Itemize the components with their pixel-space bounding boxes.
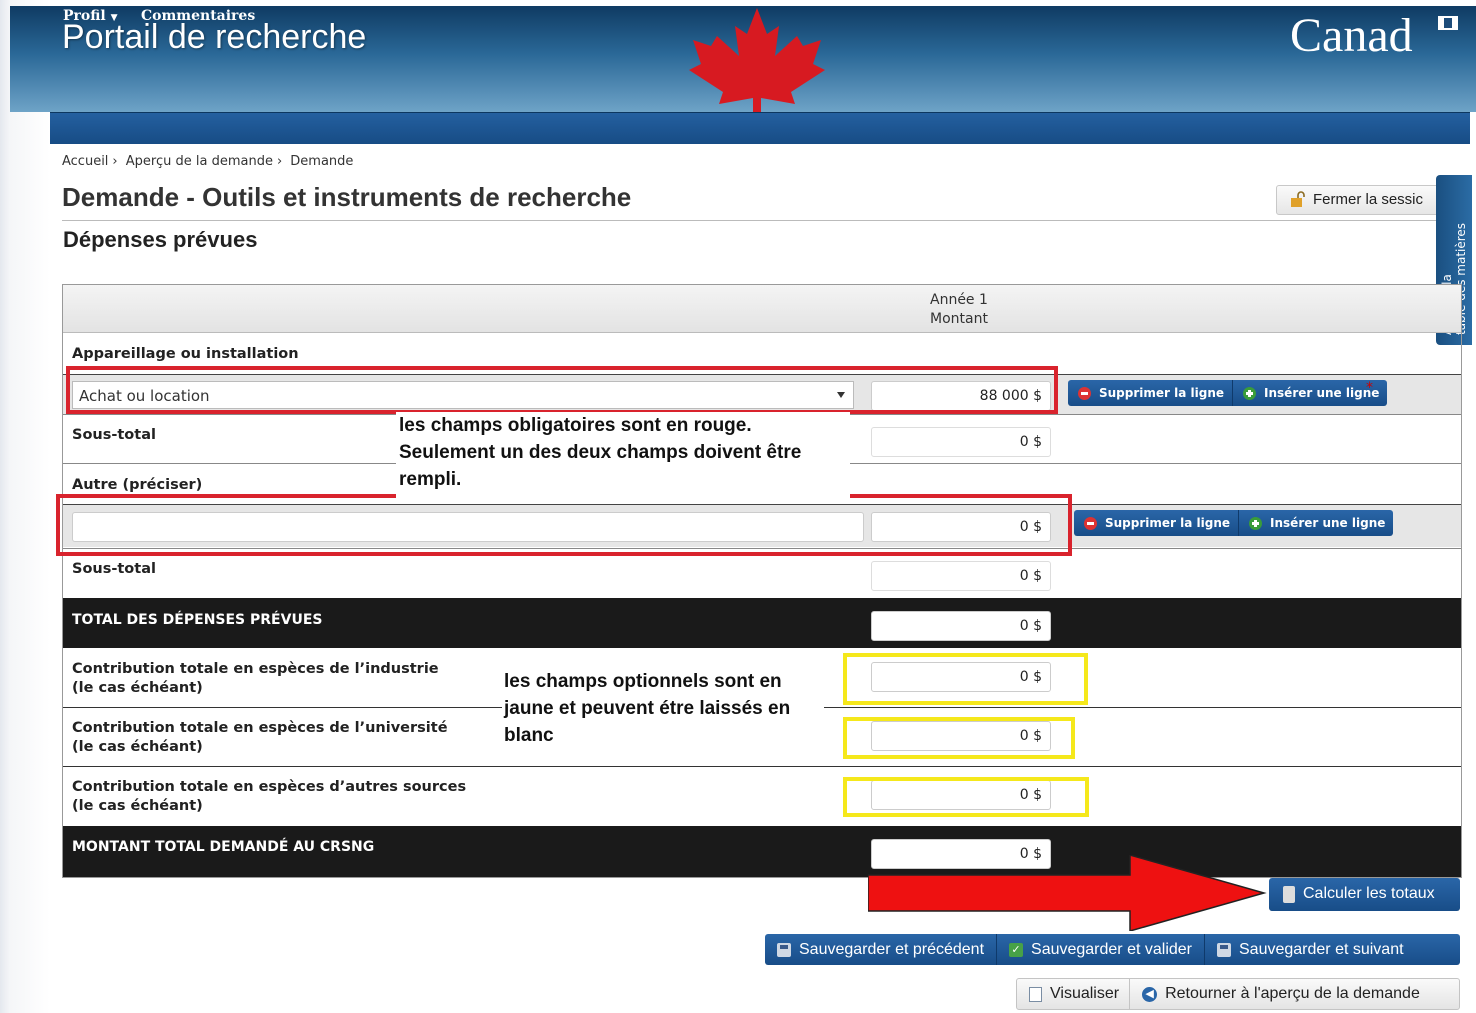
optional-highlight-box	[843, 777, 1089, 817]
contrib-university-label: Contribution totale en espèces de l’univ…	[72, 719, 448, 757]
breadcrumb-separator-icon: ›	[112, 154, 118, 169]
minus-circle-icon	[1084, 516, 1097, 530]
caret-down-icon: ▼	[110, 13, 118, 23]
breadcrumb-separator-icon: ›	[276, 154, 283, 169]
save-next-label: Sauvegarder et suivant	[1239, 940, 1404, 958]
required-highlight-box	[66, 366, 1058, 414]
equipment-subtotal-field: 0 $	[871, 427, 1051, 457]
calculator-icon	[1283, 886, 1295, 903]
column-header-amount-label: Montant	[930, 311, 988, 327]
contrib-university-line2: (le cas échéant)	[72, 739, 203, 755]
canada-wordmark: Canad	[1290, 9, 1413, 62]
save-validate-button[interactable]: ✓ Sauvegarder et valider	[996, 934, 1204, 965]
equipment-row-actions: Supprimer la ligne Insérer une ligne	[1068, 380, 1388, 406]
column-header-year: Année 1 Montant	[930, 291, 988, 329]
required-note-line: Seulement un des deux champs doivent êtr…	[399, 442, 802, 463]
optional-note-line: les champs optionnels sont en	[504, 671, 782, 692]
delete-row-button[interactable]: Supprimer la ligne	[1074, 510, 1238, 536]
total-planned-field: 0 $	[871, 611, 1051, 641]
plus-circle-icon	[1243, 386, 1257, 400]
back-to-overview-button[interactable]: ◀ Retourner à l'aperçu de la demande	[1129, 979, 1430, 1009]
other-subtotal-field: 0 $	[871, 561, 1051, 591]
other-section-label: Autre (préciser)	[72, 477, 203, 493]
contrib-other-label: Contribution totale en espèces d’autres …	[72, 778, 466, 816]
calculate-totals-button[interactable]: Calculer les totaux	[1269, 878, 1460, 911]
equipment-subtotal-label: Sous-total	[72, 427, 156, 443]
lock-icon	[1291, 191, 1305, 207]
red-arrow-icon	[868, 855, 1267, 931]
contrib-industry-label: Contribution totale en espèces de l’indu…	[72, 660, 439, 698]
preview-label: Visualiser	[1050, 985, 1120, 1002]
save-icon	[777, 942, 791, 957]
column-header-year-label: Année 1	[930, 292, 988, 308]
contrib-other-line2: (le cas échéant)	[72, 798, 203, 814]
plus-circle-icon	[1249, 516, 1263, 530]
optional-fields-note: les champs optionnels sont en jaune et p…	[502, 668, 824, 758]
breadcrumb-home[interactable]: Accueil	[62, 154, 108, 169]
back-arrow-icon: ◀	[1142, 986, 1158, 1002]
document-search-icon	[1029, 986, 1042, 1002]
delete-row-label: Supprimer la ligne	[1099, 386, 1225, 400]
maple-leaf-icon	[689, 8, 825, 112]
delete-row-button[interactable]: Supprimer la ligne	[1068, 380, 1232, 406]
save-next-button[interactable]: Sauvegarder et suivant	[1204, 934, 1416, 965]
calculate-totals-label: Calculer les totaux	[1303, 885, 1435, 902]
total-requested-label: MONTANT TOTAL DEMANDÉ AU CRSNG	[72, 839, 375, 855]
save-previous-label: Sauvegarder et précédent	[799, 940, 985, 958]
table-header	[63, 285, 1461, 333]
preview-button[interactable]: Visualiser	[1017, 979, 1129, 1009]
optional-highlight-box	[843, 717, 1075, 759]
save-icon	[1217, 942, 1231, 957]
save-previous-button[interactable]: Sauvegarder et précédent	[765, 934, 996, 965]
insert-row-button[interactable]: Insérer une ligne	[1232, 380, 1387, 406]
breadcrumb-overview[interactable]: Aperçu de la demande	[126, 154, 273, 169]
main-nav	[50, 112, 1470, 144]
back-overview-label: Retourner à l'aperçu de la demande	[1165, 985, 1420, 1002]
optional-highlight-box	[843, 653, 1088, 705]
save-button-group: Sauvegarder et précédent ✓ Sauvegarder et…	[765, 934, 1460, 965]
contrib-industry-line1: Contribution totale en espèces de l’indu…	[72, 661, 439, 677]
other-row-actions: Supprimer la ligne Insérer une ligne	[1074, 510, 1394, 536]
optional-note-line: jaune et peuvent étre laissés en	[504, 698, 791, 719]
page-title: Demande - Outils et instruments de reche…	[62, 182, 632, 212]
title-divider	[62, 220, 1462, 221]
contrib-other-line1: Contribution totale en espèces d’autres …	[72, 779, 467, 795]
breadcrumb-current: Demande	[290, 154, 354, 169]
required-marker: *	[1366, 380, 1373, 396]
total-planned-label: TOTAL DES DÉPENSES PRÉVUES	[72, 612, 323, 628]
minus-circle-icon	[1078, 386, 1091, 400]
breadcrumb: Accueil › Aperçu de la demande › Demande	[62, 154, 357, 169]
required-note-line: les champs obligatoires sont en rouge.	[399, 415, 752, 436]
insert-row-label: Insérer une ligne	[1270, 516, 1386, 530]
required-note-line: rempli.	[399, 469, 462, 490]
row-divider	[63, 766, 1461, 767]
nav-profile[interactable]: Profil ▼	[63, 8, 118, 24]
check-icon: ✓	[1009, 942, 1024, 957]
nav-comments[interactable]: Commentaires	[141, 8, 255, 24]
section-title: Dépenses prévues	[63, 227, 258, 252]
equipment-section-label: Appareillage ou installation	[72, 346, 299, 362]
contrib-university-line1: Contribution totale en espèces de l’univ…	[72, 720, 448, 736]
required-fields-note: les champs obligatoires sont en rouge. S…	[396, 412, 850, 498]
secondary-button-group: Visualiser ◀ Retourner à l'aperçu de la d…	[1016, 978, 1460, 1010]
insert-row-label: Insérer une ligne	[1264, 386, 1380, 400]
flag-icon	[1438, 16, 1458, 30]
other-subtotal-label: Sous-total	[72, 561, 156, 577]
required-highlight-box	[56, 494, 1072, 556]
optional-note-line: blanc	[504, 725, 554, 746]
insert-row-button[interactable]: Insérer une ligne	[1238, 510, 1393, 536]
delete-row-label: Supprimer la ligne	[1105, 516, 1231, 530]
save-validate-label: Sauvegarder et valider	[1031, 940, 1192, 958]
contrib-industry-line2: (le cas échéant)	[72, 680, 203, 696]
